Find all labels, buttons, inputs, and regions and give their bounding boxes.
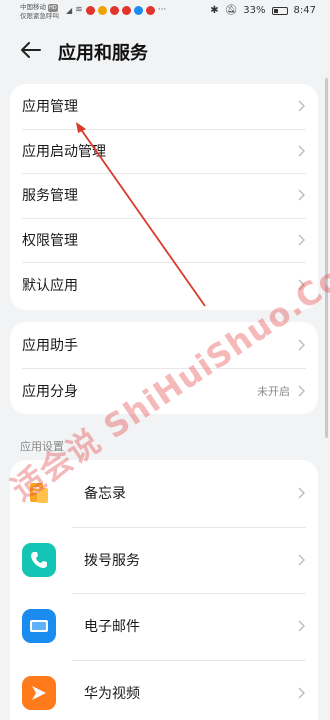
menu-item-label: 服务管理 xyxy=(22,188,78,205)
app-label: 拨号服务 xyxy=(84,552,140,569)
clock: 8:47 xyxy=(293,5,316,16)
status-right: ✱ 🔕︎ 33% 8:47 xyxy=(210,5,316,16)
menu-item-service-management[interactable]: 服务管理 xyxy=(10,173,318,218)
status-bar: 中国移动 HD 仅限紧急呼叫 ◢ ≋ ··· ✱ 🔕︎ 33% 8:47 xyxy=(0,0,330,26)
wifi-icon: ≋ xyxy=(75,5,83,15)
chevron-right-icon xyxy=(296,339,306,351)
app-notification-icon xyxy=(121,5,131,15)
more-notifications-icon: ··· xyxy=(157,5,167,15)
list-item-email[interactable]: 电子邮件 xyxy=(10,593,318,660)
app-notification-icon xyxy=(85,5,95,15)
menu-item-app-twin[interactable]: 应用分身 未开启 xyxy=(10,368,318,414)
mute-icon: 🔕︎ xyxy=(224,5,238,16)
app-label: 华为视频 xyxy=(84,685,140,702)
video-icon xyxy=(22,675,56,710)
chevron-right-icon xyxy=(296,234,306,246)
list-item-dialer[interactable]: 拨号服务 xyxy=(10,526,318,594)
list-item-huawei-video[interactable]: 华为视频 xyxy=(10,659,318,720)
page-title: 应用和服务 xyxy=(58,43,148,64)
menu-item-label: 默认应用 xyxy=(22,277,78,294)
chevron-right-icon xyxy=(296,279,306,291)
app-notification-icon xyxy=(133,5,143,15)
menu-item-label: 应用启动管理 xyxy=(22,143,106,160)
back-button[interactable] xyxy=(16,36,46,64)
notification-icons: ◢ ≋ ··· xyxy=(66,5,166,15)
menu-item-app-assistant[interactable]: 应用助手 xyxy=(10,322,318,368)
memo-icon xyxy=(22,476,56,511)
menu-item-label: 权限管理 xyxy=(22,233,78,250)
scrollbar[interactable] xyxy=(325,78,328,438)
app-label: 备忘录 xyxy=(84,486,126,503)
page-header: 应用和服务 xyxy=(0,28,330,72)
menu-item-app-launch[interactable]: 应用启动管理 xyxy=(10,128,318,174)
hd-badge: HD xyxy=(48,4,58,12)
chevron-right-icon xyxy=(296,487,306,499)
app-notification-icon xyxy=(145,5,155,15)
app-notification-icon xyxy=(97,5,107,15)
bluetooth-icon: ✱ xyxy=(210,5,219,16)
section-title: 应用设置 xyxy=(20,440,64,453)
app-notification-icon xyxy=(109,5,119,15)
menu-item-permissions[interactable]: 权限管理 xyxy=(10,217,318,263)
app-twin-status: 未开启 xyxy=(257,385,290,398)
carrier-status: 仅限紧急呼叫 xyxy=(20,12,59,20)
menu-item-default-apps[interactable]: 默认应用 xyxy=(10,262,318,307)
app-label: 电子邮件 xyxy=(84,619,140,636)
list-item-memo[interactable]: 备忘录 xyxy=(10,460,318,527)
app-settings-list: 备忘录 拨号服务 电子邮件 华为视频 xyxy=(10,460,318,720)
carrier-name: 中国移动 xyxy=(20,3,46,11)
menu-item-label: 应用助手 xyxy=(22,338,78,354)
chevron-right-icon xyxy=(296,145,306,157)
menu-item-label: 应用分身 xyxy=(22,384,78,400)
app-assist-group: 应用助手 应用分身 未开启 xyxy=(10,322,318,414)
battery-icon xyxy=(271,6,288,15)
chevron-right-icon xyxy=(296,100,306,112)
signal-icon: ◢ xyxy=(66,5,73,15)
arrow-left-icon xyxy=(21,42,41,58)
carrier-info: 中国移动 HD 仅限紧急呼叫 xyxy=(20,3,59,20)
menu-item-app-management[interactable]: 应用管理 xyxy=(10,84,318,129)
chevron-right-icon xyxy=(296,554,306,566)
chevron-right-icon xyxy=(296,620,306,632)
chevron-right-icon xyxy=(296,189,306,201)
menu-item-label: 应用管理 xyxy=(22,99,78,116)
chevron-right-icon xyxy=(296,385,306,397)
phone-icon xyxy=(22,542,56,577)
chevron-right-icon xyxy=(296,687,306,699)
battery-percent: 33% xyxy=(243,5,266,16)
mail-icon xyxy=(22,609,56,644)
app-management-group: 应用管理 应用启动管理 服务管理 权限管理 默认应用 xyxy=(10,84,318,310)
